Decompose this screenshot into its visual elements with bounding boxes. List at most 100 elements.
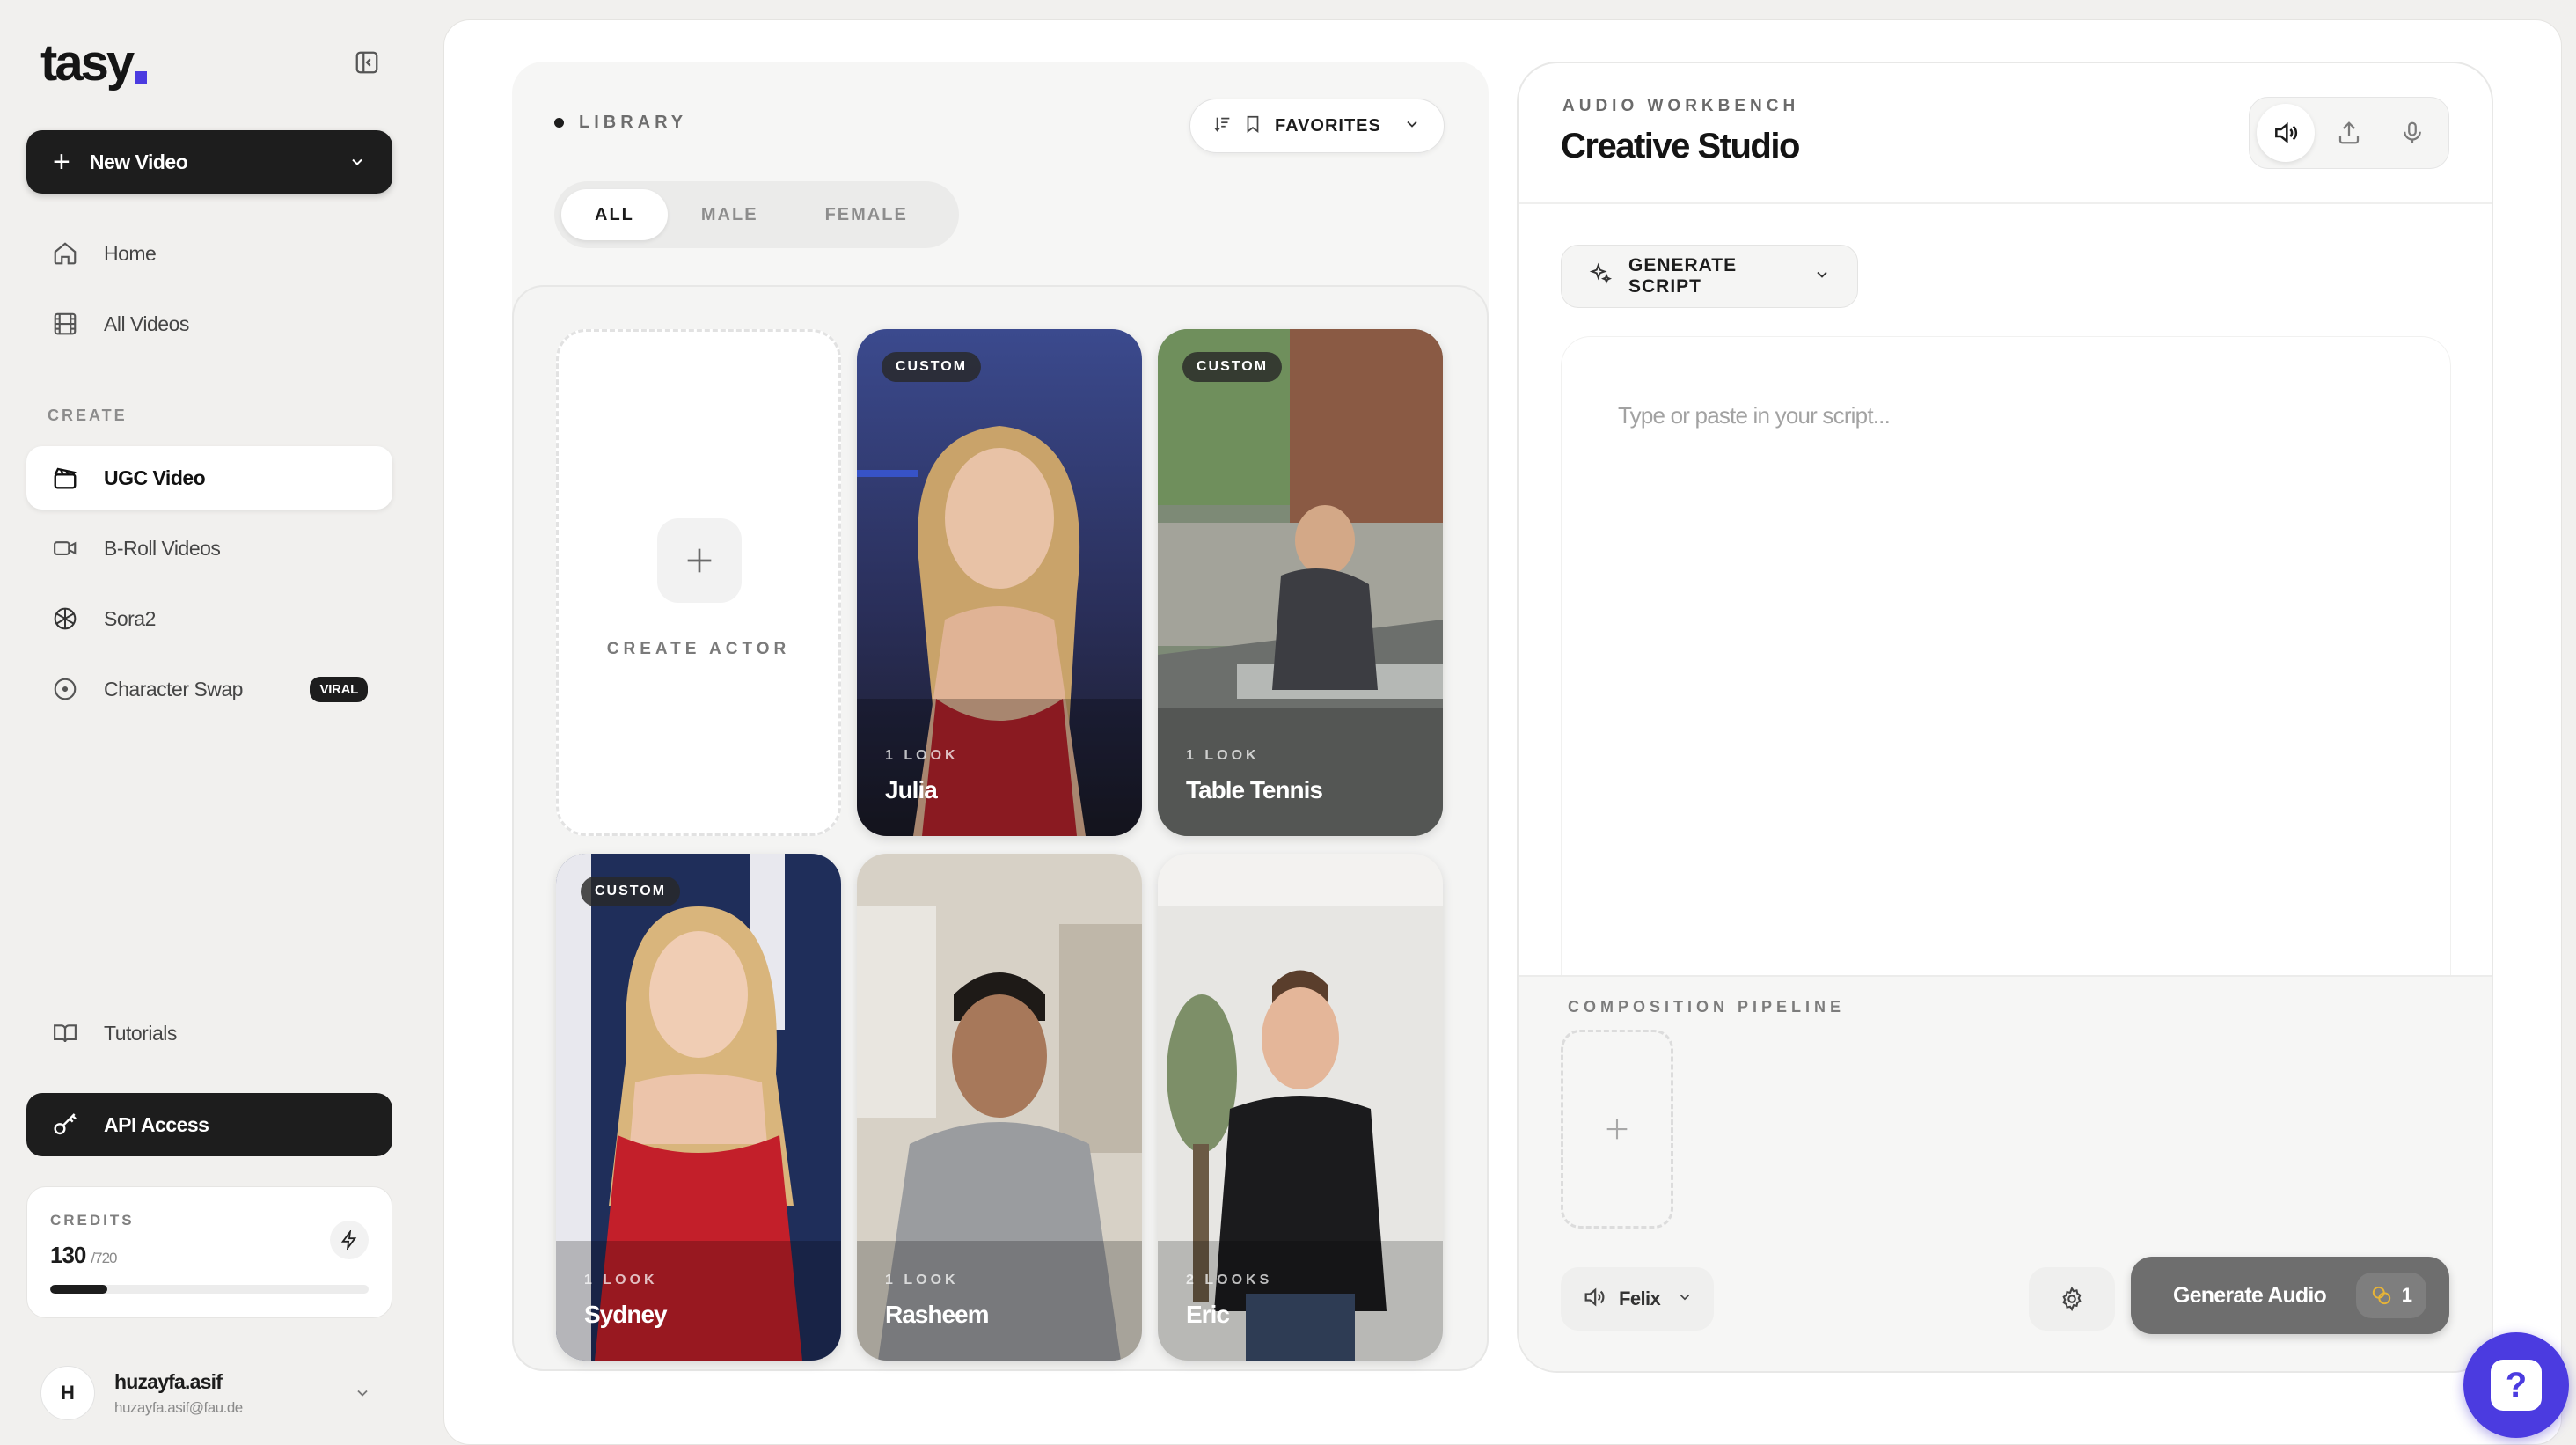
speaker-icon[interactable] <box>2257 104 2315 162</box>
composition-pipeline: COMPOSITION PIPELINE Felix Generate Audi… <box>1519 975 2492 1371</box>
sidebar-item-label: Tutorials <box>104 1021 177 1045</box>
actor-looks: 1 LOOK <box>885 1273 959 1287</box>
actor-name: Rasheem <box>885 1301 990 1328</box>
generate-audio-button[interactable]: Generate Audio 1 <box>2131 1257 2449 1334</box>
script-input[interactable]: Type or paste in your script... <box>1561 336 2451 1023</box>
library-dot <box>554 118 564 128</box>
create-section-label: CREATE <box>48 407 128 424</box>
favorites-label: FAVORITES <box>1275 115 1381 136</box>
generate-audio-label: Generate Audio <box>2173 1282 2327 1308</box>
coins-icon <box>2372 1286 2390 1305</box>
sidebar-item-ugc-video[interactable]: UGC Video <box>26 446 392 510</box>
chevron-down-icon <box>354 1384 371 1402</box>
user-menu[interactable]: H huzayfa.asif huzayfa.asif@fau.de <box>26 1362 392 1424</box>
actor-name: Eric <box>1186 1301 1230 1328</box>
filter-all-tab[interactable]: ALL <box>561 189 668 240</box>
sidebar-item-b-roll-videos[interactable]: B-Roll Videos <box>26 517 392 580</box>
sidebar-collapse-icon[interactable] <box>354 49 380 76</box>
credits-label: CREDITS <box>50 1212 135 1229</box>
plus-icon <box>1606 1119 1628 1140</box>
favorites-button[interactable]: FAVORITES <box>1189 99 1445 153</box>
sort-icon <box>1213 114 1233 138</box>
video-camera-icon <box>51 534 79 562</box>
app-logo[interactable]: tasy <box>40 33 148 92</box>
sidebar: tasy + New Video Home All Videos CREATE … <box>0 0 431 1445</box>
actor-name: Table Tennis <box>1186 776 1323 803</box>
lightning-icon[interactable] <box>330 1221 369 1259</box>
speaker-icon <box>1582 1285 1606 1314</box>
audio-mode-toolbar <box>2249 97 2449 169</box>
audio-workbench: AUDIO WORKBENCH Creative Studio GENERATE… <box>1517 62 2493 1373</box>
generate-script-button[interactable]: GENERATE SCRIPT <box>1561 245 1858 308</box>
sidebar-item-character-swap[interactable]: Character Swap VIRAL <box>26 657 392 721</box>
sidebar-item-label: B-Roll Videos <box>104 536 221 560</box>
workbench-title: Creative Studio <box>1561 127 1800 165</box>
user-email: huzayfa.asif@fau.de <box>114 1398 243 1416</box>
book-icon <box>51 1019 79 1047</box>
chevron-down-icon <box>1677 1289 1693 1309</box>
custom-badge: CUSTOM <box>581 877 681 906</box>
generate-script-label: GENERATE SCRIPT <box>1628 255 1738 297</box>
microphone-icon[interactable] <box>2383 104 2441 162</box>
credits-card: CREDITS 130/720 <box>26 1186 392 1318</box>
bookmark-icon <box>1243 114 1262 138</box>
actor-looks: 1 LOOK <box>885 748 959 763</box>
actor-card-rasheem[interactable]: 1 LOOK Rasheem <box>857 854 1142 1361</box>
sparkle-icon <box>1588 262 1613 291</box>
chevron-down-icon[interactable] <box>348 153 366 171</box>
voice-label: Felix <box>1619 1287 1661 1309</box>
actor-card-table-tennis[interactable]: CUSTOM 1 LOOK Table Tennis <box>1158 329 1443 836</box>
custom-badge: CUSTOM <box>882 352 982 382</box>
workbench-label: AUDIO WORKBENCH <box>1562 97 1800 115</box>
help-button[interactable]: ? <box>2463 1332 2569 1438</box>
sidebar-item-label: Character Swap <box>104 677 243 700</box>
upload-icon[interactable] <box>2320 104 2378 162</box>
actor-card-eric[interactable]: 2 LOOKS Eric <box>1158 854 1443 1361</box>
actor-name: Julia <box>885 776 938 803</box>
script-placeholder: Type or paste in your script... <box>1618 402 1891 429</box>
filter-male-tab[interactable]: MALE <box>668 189 792 240</box>
credits-used: 130 <box>50 1242 86 1268</box>
sidebar-item-label: Sora2 <box>104 606 156 630</box>
new-video-button[interactable]: + New Video <box>26 130 392 194</box>
clapper-icon <box>51 464 79 492</box>
sidebar-item-sora2[interactable]: Sora2 <box>26 587 392 650</box>
chevron-down-icon <box>1403 115 1421 137</box>
actor-looks: 2 LOOKS <box>1186 1273 1273 1287</box>
actor-card-julia[interactable]: CUSTOM 1 LOOK Julia <box>857 329 1142 836</box>
api-access-button[interactable]: API Access <box>26 1093 392 1156</box>
credits-value: 130/720 <box>50 1242 369 1269</box>
actor-name: Sydney <box>584 1301 668 1328</box>
custom-badge: CUSTOM <box>1182 352 1283 382</box>
actor-grid: CREATE ACTOR CUSTOM 1 LOOK Julia CUSTOM … <box>512 285 1489 1371</box>
pipeline-label: COMPOSITION PIPELINE <box>1568 998 1846 1016</box>
credits-total: /720 <box>91 1250 117 1266</box>
settings-button[interactable] <box>2029 1267 2115 1331</box>
actor-card-sydney[interactable]: CUSTOM 1 LOOK Sydney <box>556 854 841 1361</box>
filter-female-tab[interactable]: FEMALE <box>792 189 941 240</box>
sidebar-item-tutorials[interactable]: Tutorials <box>26 1001 392 1065</box>
user-name: huzayfa.asif <box>114 1369 223 1393</box>
key-icon <box>51 1111 79 1139</box>
sidebar-item-label: All Videos <box>104 312 189 335</box>
api-access-label: API Access <box>104 1112 209 1136</box>
credits-progress-fill <box>50 1285 108 1294</box>
viral-badge: VIRAL <box>310 676 368 702</box>
credits-progress <box>50 1285 369 1294</box>
sidebar-item-all-videos[interactable]: All Videos <box>26 292 392 356</box>
home-icon <box>51 239 79 268</box>
actor-looks: 1 LOOK <box>1186 748 1260 763</box>
sidebar-item-home[interactable]: Home <box>26 222 392 285</box>
create-actor-card[interactable]: CREATE ACTOR <box>556 329 841 836</box>
plus-icon <box>657 518 742 603</box>
add-clip-button[interactable] <box>1561 1030 1673 1229</box>
sidebar-item-label: UGC Video <box>104 466 206 489</box>
chevron-down-icon <box>1813 266 1831 288</box>
credit-cost: 1 <box>2401 1284 2412 1306</box>
header-divider <box>1519 202 2492 204</box>
library-title: LIBRARY <box>579 113 688 132</box>
logo-text: tasy <box>40 34 135 92</box>
library-panel: LIBRARY FAVORITES ALL MALE FEMALE CREATE… <box>512 62 1489 1371</box>
plus-icon: + <box>53 145 70 179</box>
voice-select[interactable]: Felix <box>1561 1267 1714 1331</box>
